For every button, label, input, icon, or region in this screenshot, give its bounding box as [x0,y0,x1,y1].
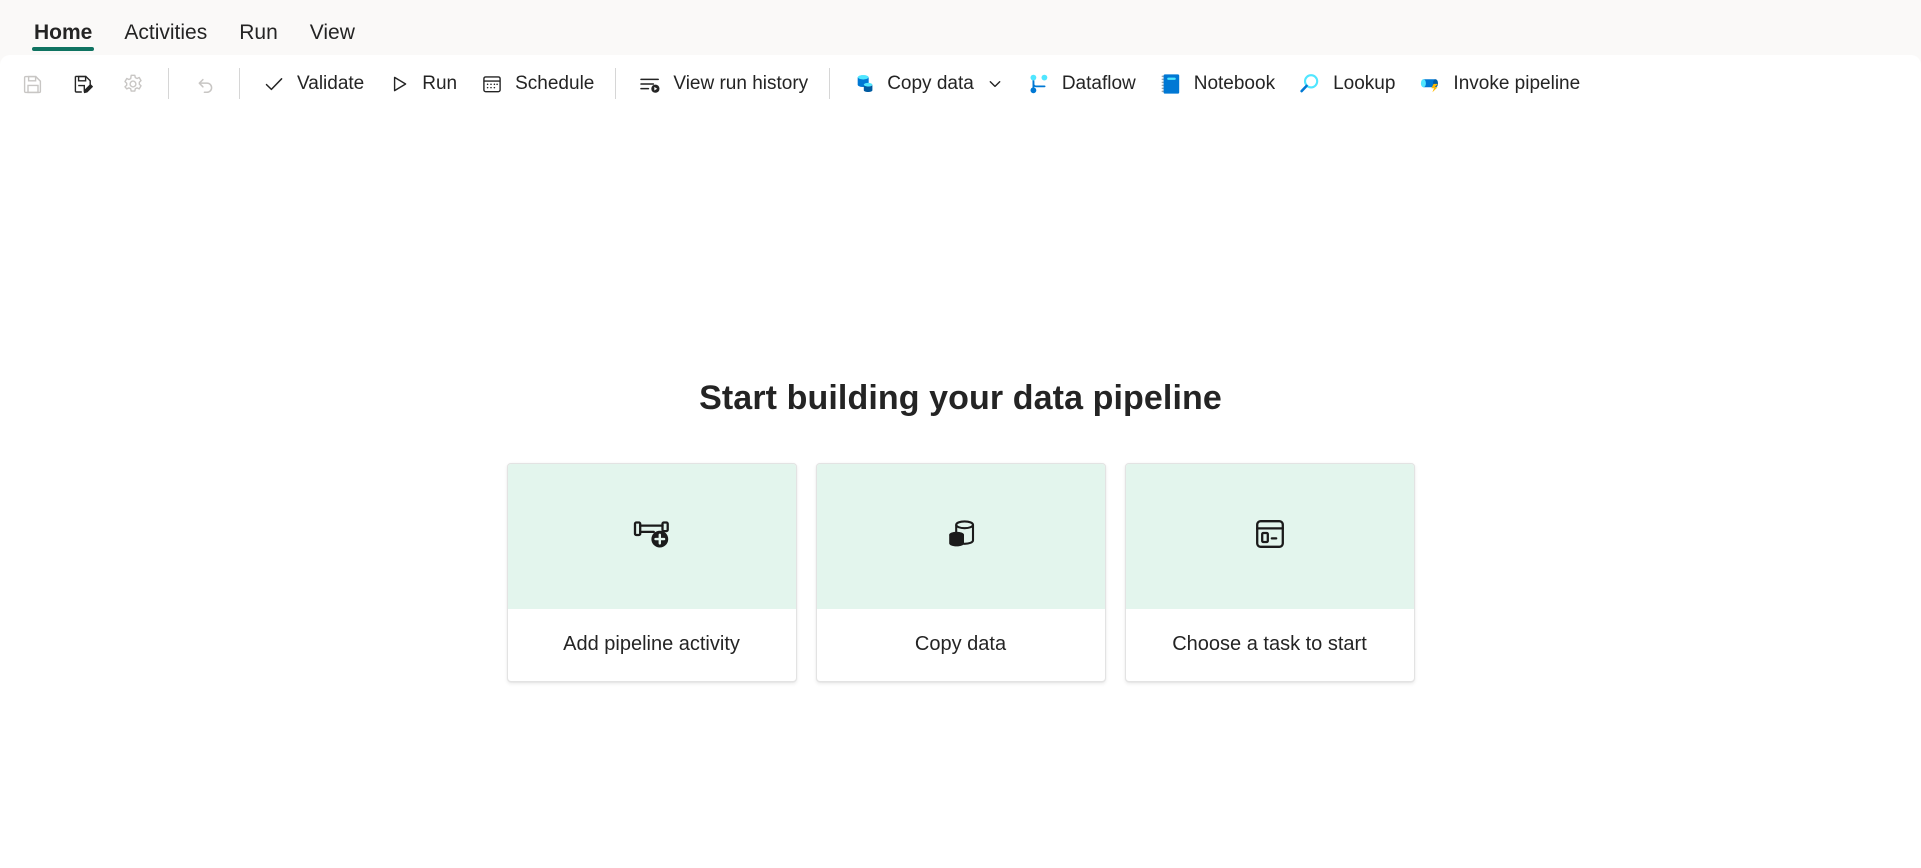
toolbar-separator-4 [829,68,831,99]
card-art [1125,463,1414,609]
tab-run-label: Run [239,21,278,44]
card-label: Copy data [914,633,1007,655]
toolbar-container: Validate Run Schedule View run history C… [0,55,1921,112]
lookup-button[interactable]: Lookup [1286,64,1406,104]
toolbar-separator-3 [615,68,617,99]
chevron-down-icon[interactable] [986,75,1004,93]
run-button[interactable]: Run [375,64,468,104]
save-button[interactable] [8,64,58,104]
settings-button[interactable] [108,64,158,104]
start-cards: Add pipeline activity Copy data Choose a… [506,462,1415,682]
copy-data-card-icon [935,508,987,565]
tab-run[interactable]: Run [223,22,294,55]
notebook-icon [1158,71,1184,97]
card-label: Choose a task to start [1172,633,1367,655]
empty-state: Start building your data pipeline Add pi… [506,378,1415,682]
card-label: Add pipeline activity [563,633,740,655]
canvas-container: Start building your data pipeline Add pi… [0,112,1921,868]
ribbon-tab-strip: Home Activities Run View [0,0,1921,55]
checkmark-icon [261,71,287,97]
notebook-label: Notebook [1193,72,1276,94]
pipeline-canvas[interactable]: Start building your data pipeline Add pi… [0,112,1921,868]
validate-label: Validate [297,72,365,94]
card-copy-data[interactable]: Copy data [815,462,1106,682]
add-pipeline-activity-icon [626,508,678,565]
tab-home[interactable]: Home [18,22,108,55]
dataflow-icon [1026,71,1052,97]
dataflow-button[interactable]: Dataflow [1015,64,1147,104]
copy-data-label: Copy data [887,72,974,94]
invoke-pipeline-label: Invoke pipeline [1453,72,1581,94]
calendar-icon [479,71,505,97]
invoke-pipeline-icon [1417,71,1443,97]
tab-home-label: Home [34,21,93,44]
save-as-button[interactable] [58,64,108,104]
play-icon [386,71,412,97]
card-choose-task[interactable]: Choose a task to start [1124,462,1415,682]
schedule-label: Schedule [515,72,595,94]
tab-view-label: View [309,21,355,44]
schedule-button[interactable]: Schedule [468,64,605,104]
tab-activities[interactable]: Activities [108,22,223,55]
save-as-icon [70,71,96,97]
view-run-history-button[interactable]: View run history [626,64,819,104]
card-art [507,463,796,609]
page-title: Start building your data pipeline [699,378,1222,417]
gear-icon [120,71,146,97]
save-icon [20,71,46,97]
toolbar-separator-2 [239,68,240,99]
run-history-icon [637,71,663,97]
ribbon-toolbar: Validate Run Schedule View run history C… [0,55,1921,112]
dataflow-label: Dataflow [1061,72,1136,94]
tab-view[interactable]: View [294,22,371,55]
copy-data-button[interactable]: Copy data [840,64,1015,104]
active-tab-indicator [32,47,95,51]
lookup-label: Lookup [1333,72,1396,94]
tab-activities-label: Activities [124,21,208,44]
undo-button[interactable] [179,64,229,104]
run-label: Run [422,72,458,94]
pipeline-editor-window: Home Activities Run View Validate Run Sc… [0,0,1921,868]
undo-icon [191,71,217,97]
validate-button[interactable]: Validate [250,64,375,104]
card-art [816,463,1105,609]
view-run-history-label: View run history [673,72,809,94]
lookup-icon [1297,71,1323,97]
toolbar-separator-1 [168,68,169,99]
invoke-pipeline-button[interactable]: Invoke pipeline [1406,64,1591,104]
notebook-button[interactable]: Notebook [1147,64,1286,104]
choose-task-icon [1244,508,1296,565]
card-add-pipeline-activity[interactable]: Add pipeline activity [506,462,797,682]
copy-data-icon [851,71,877,97]
